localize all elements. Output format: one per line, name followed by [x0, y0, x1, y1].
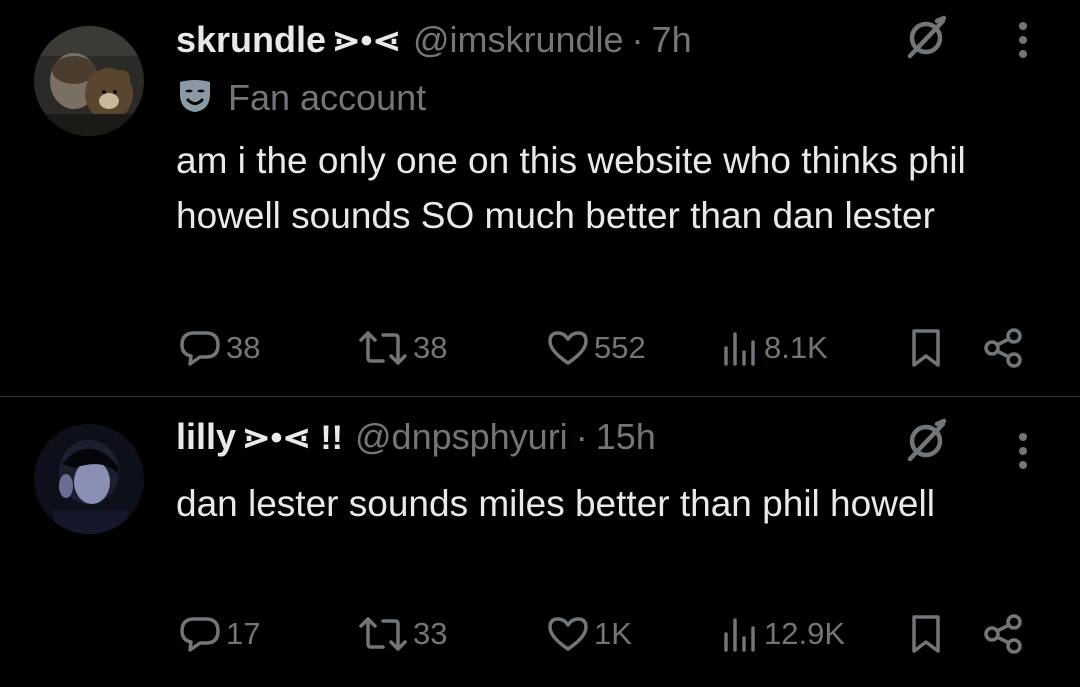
reply-count: 17	[226, 616, 261, 651]
share-icon[interactable]	[982, 609, 1026, 659]
like-button[interactable]: 552	[544, 323, 646, 373]
separator-dot: ·	[575, 416, 588, 457]
avatar[interactable]	[34, 26, 144, 136]
bar-chart-icon	[724, 618, 755, 652]
action-bar: 17 33 1K 12.9K	[0, 609, 1080, 659]
like-count: 552	[594, 330, 646, 365]
bookmark-icon[interactable]	[906, 609, 946, 659]
separator-dot: ·	[631, 19, 644, 60]
post-header: lilly ⋗•⋖ !! @dnpsphyuri · 15h	[176, 416, 656, 457]
bookmark-icon[interactable]	[906, 323, 946, 373]
post[interactable]: lilly ⋗•⋖ !! @dnpsphyuri · 15h dan lester so…	[0, 397, 1080, 687]
avatar[interactable]	[34, 424, 144, 534]
post-text: dan lester sounds miles better than phil…	[176, 483, 935, 524]
speech-bubble-icon	[180, 617, 220, 652]
speech-bubble-icon	[180, 331, 220, 366]
repost-button[interactable]: 33	[355, 609, 447, 659]
reply-count: 38	[226, 330, 261, 365]
grok-slash-icon[interactable]	[903, 417, 949, 463]
repost-arrows-icon	[359, 331, 407, 365]
timestamp[interactable]: 7h	[652, 19, 692, 60]
mask-icon	[176, 78, 214, 118]
username-handle[interactable]: @dnpsphyuri	[355, 416, 568, 457]
account-label[interactable]: Fan account	[176, 77, 426, 119]
views-button[interactable]: 8.1K	[718, 323, 828, 373]
display-name[interactable]: skrundle	[176, 19, 326, 60]
repost-count: 33	[413, 616, 448, 651]
vertical-ellipsis-icon[interactable]	[1017, 18, 1029, 62]
display-name[interactable]: lilly	[176, 416, 236, 457]
post-text: am i the only one on this website who th…	[176, 140, 966, 236]
views-button[interactable]: 12.9K	[718, 609, 845, 659]
like-button[interactable]: 1K	[544, 609, 632, 659]
repost-count: 38	[413, 330, 448, 365]
grok-slash-icon[interactable]	[903, 14, 949, 60]
reply-button[interactable]: 38	[176, 323, 260, 373]
heart-icon	[548, 617, 588, 651]
username-handle[interactable]: @imskrundle	[413, 19, 624, 60]
view-count: 8.1K	[764, 330, 828, 365]
post[interactable]: skrundle ⋗•⋖ @imskrundle · 7h Fan account am…	[0, 0, 1080, 397]
reply-button[interactable]: 17	[176, 609, 260, 659]
repost-button[interactable]: 38	[355, 323, 447, 373]
name-emote: ⋗•⋖ !!	[242, 419, 344, 457]
view-count: 12.9K	[764, 616, 846, 651]
like-count: 1K	[594, 616, 632, 651]
vertical-ellipsis-icon[interactable]	[1017, 429, 1029, 473]
post-header: skrundle ⋗•⋖ @imskrundle · 7h	[176, 19, 692, 60]
account-label-text: Fan account	[228, 77, 427, 118]
bar-chart-icon	[724, 332, 755, 366]
share-icon[interactable]	[982, 323, 1026, 373]
action-bar: 38 38 552 8.1K	[0, 323, 1080, 373]
name-emote: ⋗•⋖	[332, 22, 401, 60]
timestamp[interactable]: 15h	[596, 416, 656, 457]
heart-icon	[548, 331, 588, 365]
repost-arrows-icon	[359, 617, 407, 651]
